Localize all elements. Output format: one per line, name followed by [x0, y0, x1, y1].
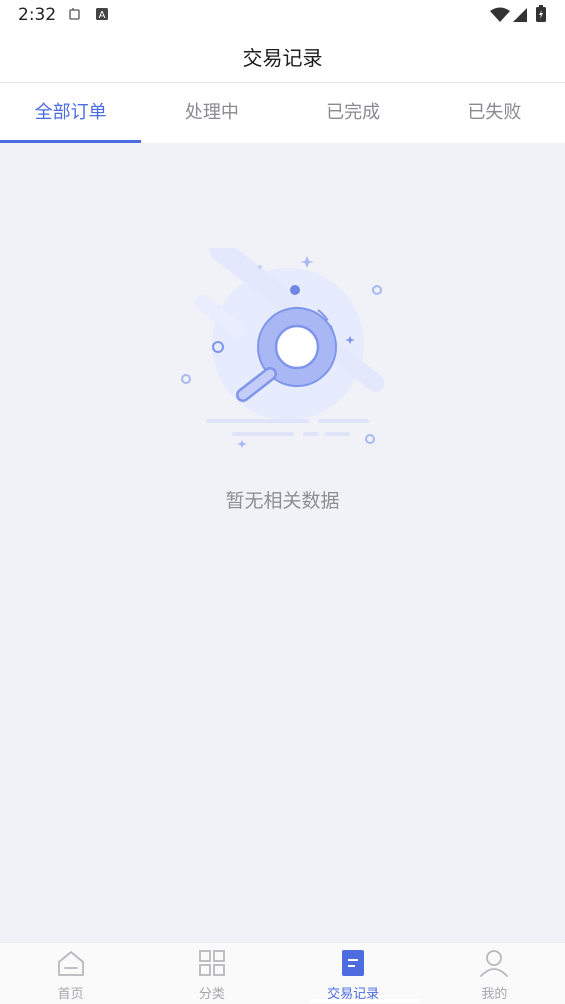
tab-processing[interactable]: 处理中	[141, 83, 282, 143]
empty-state-message: 暂无相关数据	[225, 490, 340, 512]
grid-icon	[198, 950, 225, 976]
tab-completed[interactable]: 已完成	[283, 83, 424, 143]
tab-failed[interactable]: 已失败	[424, 83, 565, 143]
notification-icon	[69, 8, 80, 20]
battery-icon	[536, 5, 546, 22]
header: 交易记录	[0, 30, 565, 83]
transaction-records-screen: 2:32 A 交易记录 全部订单 处理中 已完成 已失败 暂无相关数据 首页 分…	[0, 0, 565, 1004]
nav-label-category: 分类	[198, 987, 225, 1002]
magnifier-empty-illustration	[181, 248, 385, 448]
nav-item-category[interactable]: 分类	[141, 943, 282, 1004]
nav-item-transactions[interactable]: 交易记录	[283, 943, 424, 1004]
nav-item-profile[interactable]: 我的	[424, 943, 565, 1004]
page-title: 交易记录	[242, 46, 323, 70]
nav-item-home[interactable]: 首页	[0, 943, 141, 1004]
nav-label-home: 首页	[57, 987, 84, 1002]
home-icon	[57, 951, 84, 976]
order-status-tabs: 全部订单 处理中 已完成 已失败	[0, 83, 565, 143]
nav-label-profile: 我的	[481, 987, 508, 1002]
text-a-icon: A	[96, 8, 108, 21]
status-time: 2:32	[18, 5, 57, 25]
home-indicator	[310, 999, 420, 1003]
tab-all-orders[interactable]: 全部订单	[0, 83, 142, 143]
wifi-icon	[490, 7, 510, 22]
user-icon	[480, 950, 509, 977]
svg-text:A: A	[99, 10, 106, 21]
bottom-navigation: 首页 分类 交易记录 我的	[0, 942, 565, 1004]
cellular-signal-icon	[513, 8, 527, 22]
status-bar: 2:32 A	[0, 0, 565, 30]
document-icon	[342, 950, 365, 976]
